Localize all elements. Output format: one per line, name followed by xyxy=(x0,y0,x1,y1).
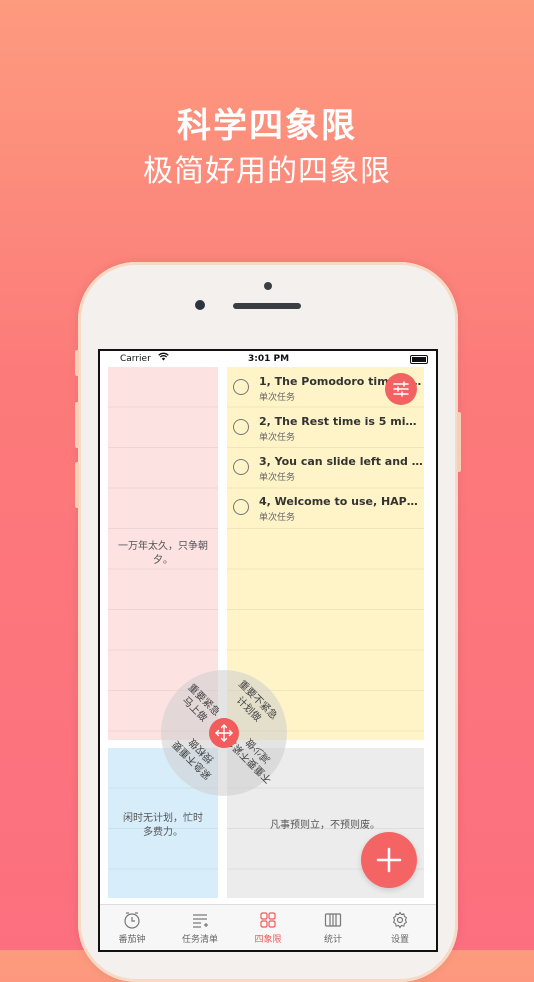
task-item[interactable]: 3, You can slide left and right to opera… xyxy=(233,449,423,489)
quote-urgent-not-important: 闲时无计划，忙时多费力。 xyxy=(123,813,203,838)
tab-settings[interactable]: 设置 xyxy=(370,911,430,945)
power-button xyxy=(457,412,461,472)
task-type: 单次任务 xyxy=(259,513,296,523)
plus-icon xyxy=(376,847,402,873)
tab-statistics[interactable]: 统计 xyxy=(303,911,363,945)
app-screen: Carrier 3:01 PM 一万年太久，只争朝夕。 闲时无计划，忙时多费力。… xyxy=(98,349,438,952)
status-time: 3:01 PM xyxy=(248,354,290,364)
wheel-center-button[interactable] xyxy=(209,718,239,748)
tab-label: 任务清单 xyxy=(181,935,218,945)
promo-title: 科学四象限 xyxy=(177,106,357,146)
sliders-icon xyxy=(393,381,409,397)
checklist-icon xyxy=(193,914,208,928)
gear-icon xyxy=(392,911,408,929)
task-title: 3, You can slide left and right to opera… xyxy=(259,455,423,468)
quote-urgent-important: 一万年太久，只争朝夕。 xyxy=(118,541,208,566)
mute-switch xyxy=(75,350,79,376)
tab-pomodoro[interactable]: 番茄钟 xyxy=(102,911,162,945)
promo-subtitle: 极简好用的四象限 xyxy=(143,154,391,189)
grid-icon xyxy=(260,912,276,928)
task-title: 4, Welcome to use, HAPPY. xyxy=(259,495,423,508)
wifi-icon xyxy=(158,352,169,364)
task-title: 2, The Rest time is 5 minutes. xyxy=(259,415,423,428)
earpiece-speaker xyxy=(233,303,301,309)
tab-bar: 番茄钟 任务清单 四象限 统计 设置 xyxy=(100,904,436,950)
quote-not-urgent-not-important: 凡事预则立，不预则废。 xyxy=(270,820,380,831)
tab-label: 四象限 xyxy=(254,935,282,945)
task-checkbox[interactable] xyxy=(233,499,249,515)
task-item[interactable]: 4, Welcome to use, HAPPY. 单次任务 xyxy=(233,489,423,529)
add-task-button[interactable] xyxy=(361,832,417,888)
move-arrows-icon xyxy=(215,724,233,742)
tab-label: 统计 xyxy=(323,935,342,945)
carrier-label: Carrier xyxy=(120,354,151,364)
front-camera xyxy=(195,300,205,310)
task-type: 单次任务 xyxy=(259,433,296,443)
phone-frame: Carrier 3:01 PM 一万年太久，只争朝夕。 闲时无计划，忙时多费力。… xyxy=(75,262,461,982)
task-type: 单次任务 xyxy=(259,473,296,483)
volume-down-button xyxy=(75,462,79,508)
task-checkbox[interactable] xyxy=(233,379,249,395)
tab-label: 设置 xyxy=(390,935,409,945)
task-checkbox[interactable] xyxy=(233,459,249,475)
stats-icon xyxy=(324,913,342,927)
status-bar: Carrier 3:01 PM xyxy=(100,351,436,367)
task-item[interactable]: 2, The Rest time is 5 minutes. 单次任务 xyxy=(233,409,423,449)
clock-icon xyxy=(124,912,140,929)
tab-label: 番茄钟 xyxy=(118,935,146,945)
battery-icon xyxy=(410,355,428,364)
volume-up-button xyxy=(75,402,79,448)
tab-task-list[interactable]: 任务清单 xyxy=(170,911,230,945)
task-type: 单次任务 xyxy=(259,393,296,403)
filter-button[interactable] xyxy=(385,373,417,405)
task-checkbox[interactable] xyxy=(233,419,249,435)
tab-quadrants[interactable]: 四象限 xyxy=(238,911,298,945)
proximity-sensor xyxy=(264,282,272,290)
